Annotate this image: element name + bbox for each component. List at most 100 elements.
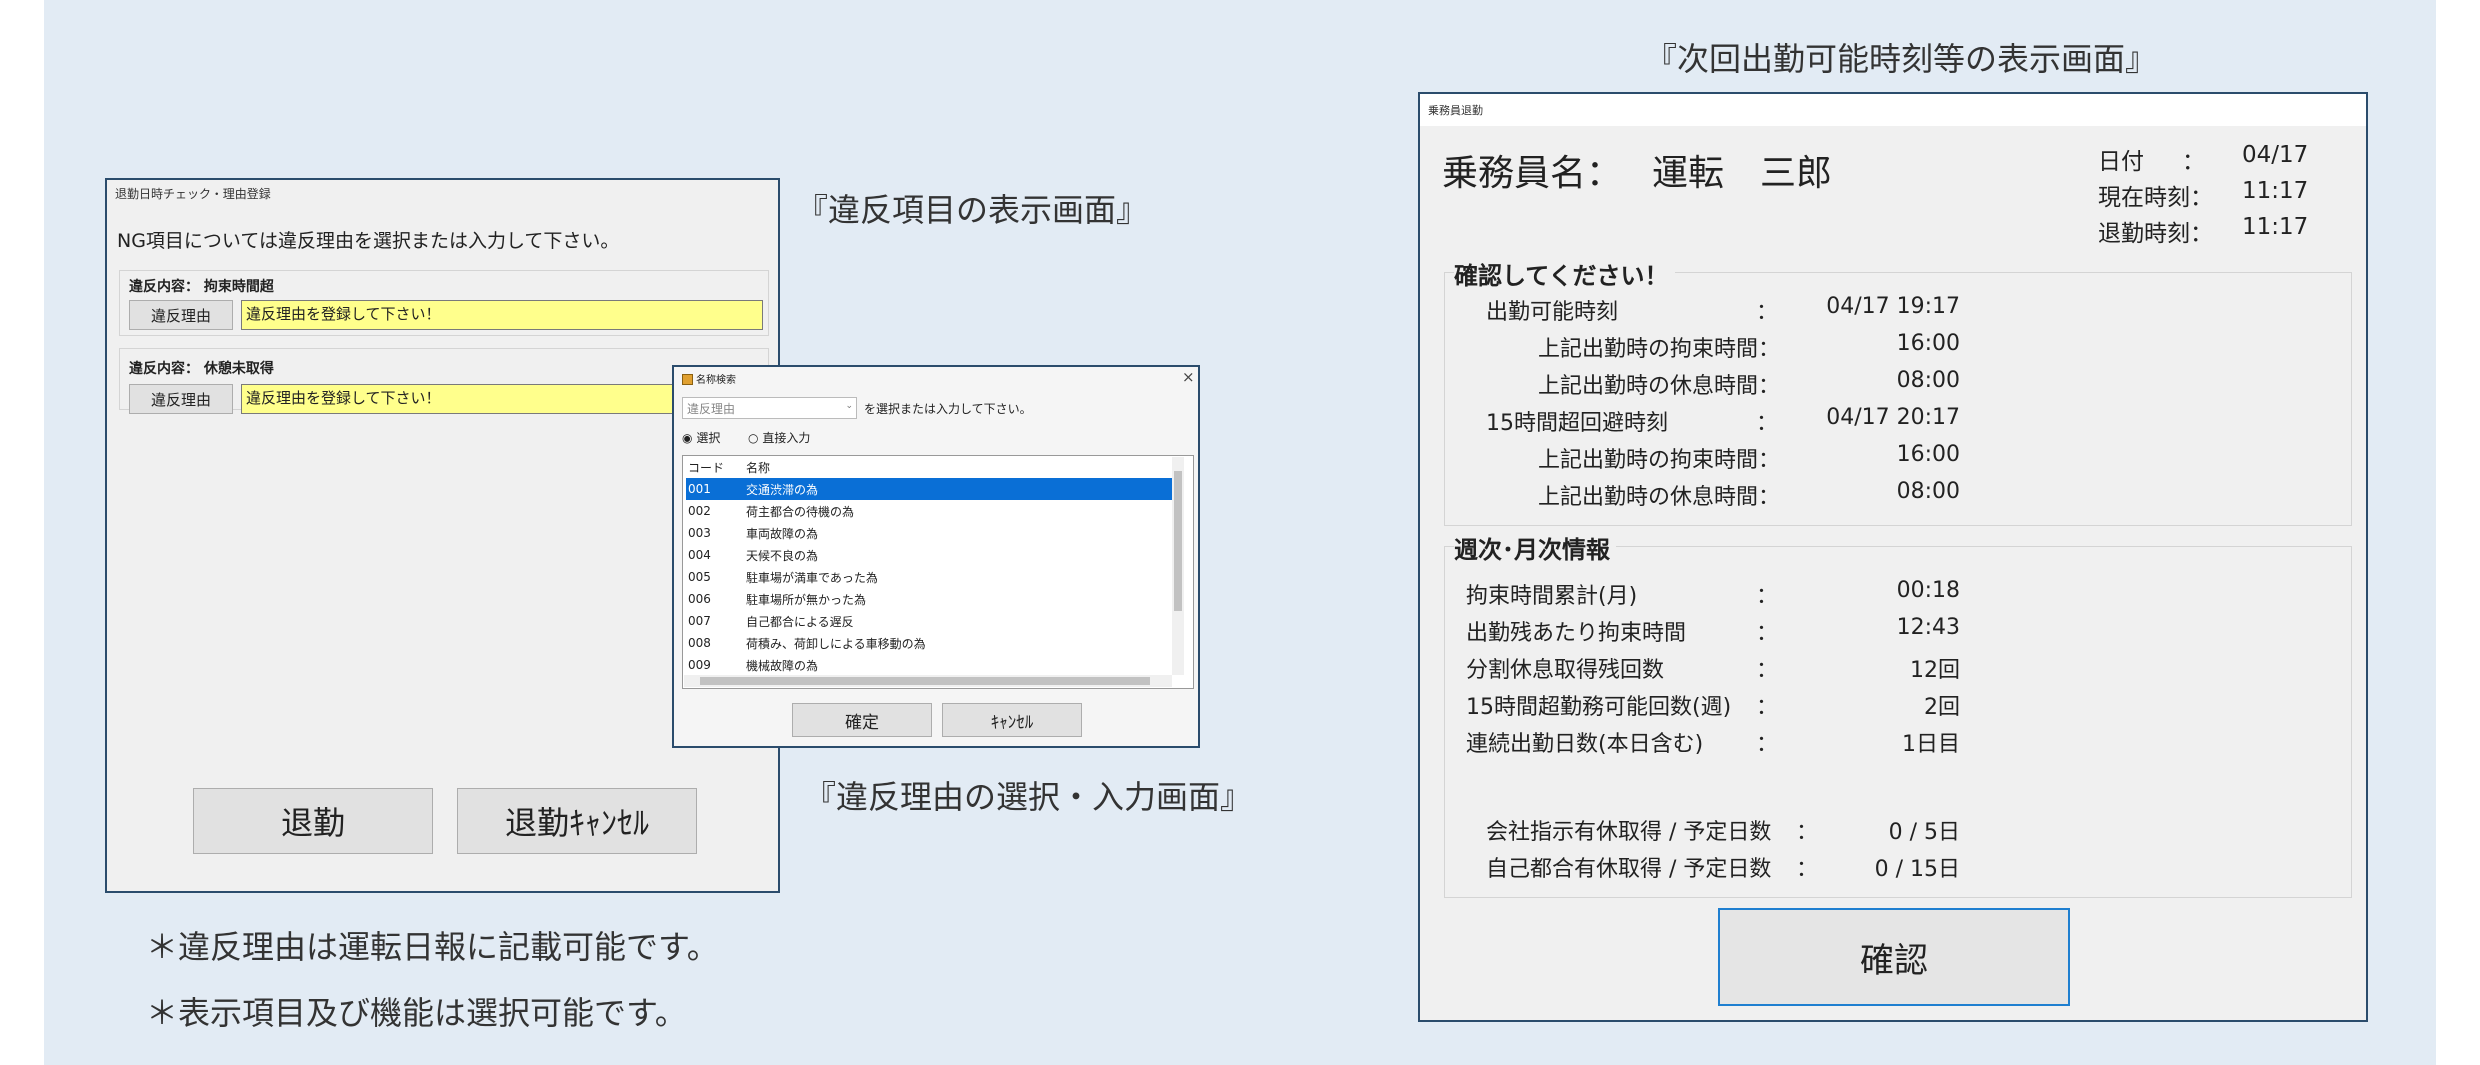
list-item-code: 006	[688, 592, 711, 606]
weekly-row-colon: ：	[1756, 658, 1779, 683]
weekly-monthly-group-title: 週次･月次情報	[1454, 530, 1616, 565]
list-item-name: 自己都合による遅反	[746, 614, 854, 629]
confirm-row-label: 出勤可能時刻	[1486, 300, 1619, 325]
weekly-row-value: 2回	[1924, 695, 1960, 720]
horizontal-scrollbar[interactable]	[684, 675, 1172, 687]
crew-name: 運転 三郎	[1652, 153, 1833, 194]
weekly-row-colon: ：	[1756, 621, 1779, 646]
confirm-row-value: 16:00	[1896, 331, 1960, 356]
list-item-code: 008	[688, 636, 711, 650]
weekly-row-colon: ：	[1756, 695, 1779, 720]
list-item[interactable]: 006 駐車場所が無かった為	[686, 588, 1172, 610]
violation-label-1: 違反内容： 拘束時間超	[129, 279, 274, 295]
radio-unchecked-icon: ○	[748, 431, 759, 445]
combobox-placeholder: 違反理由	[687, 402, 736, 416]
list-item[interactable]: 009 機械故障の為	[686, 654, 1172, 676]
confirm-row-label: 上記出勤時の休息時間：	[1538, 374, 1781, 399]
confirm-row-colon: ：	[1756, 411, 1779, 436]
radio-select[interactable]: ◉ 選択	[682, 429, 720, 446]
current-time-value: 11:17	[2242, 178, 2309, 204]
violation-reason-button-1[interactable]: 違反理由	[129, 300, 233, 330]
list-header: コード 名称	[686, 457, 1184, 477]
scrollbar-thumb[interactable]	[1174, 471, 1182, 611]
list-item-name: 荷積み、荷卸しによる車移動の為	[746, 636, 926, 651]
list-item-name: 天候不良の為	[746, 548, 819, 563]
chevron-down-icon: ⌄	[845, 401, 853, 411]
dialog-cancel-button[interactable]: ｷｬﾝｾﾙ	[942, 703, 1082, 737]
note-reason-report: ＊違反理由は運転日報に記載可能です。	[146, 928, 719, 966]
clock-out-button[interactable]: 退勤	[193, 788, 433, 854]
list-item-code: 005	[688, 570, 711, 584]
dialog-app-icon	[682, 374, 693, 385]
leave-row-colon: ：	[1796, 857, 1819, 882]
list-item[interactable]: 001 交通渋滞の為	[686, 478, 1172, 500]
clock-out-time-label: 退勤時刻：	[2098, 221, 2213, 247]
violation-reason-button-2[interactable]: 違反理由	[129, 384, 233, 414]
crew-label: 乗務員名：	[1442, 153, 1623, 194]
weekly-row-label: 15時間超勤務可能回数(週)	[1466, 695, 1732, 720]
confirm-row-value: 04/17 20:17	[1826, 405, 1960, 430]
list-item-name: 車両故障の為	[746, 526, 819, 541]
leave-row-value: 0 / 15日	[1874, 857, 1960, 882]
confirm-button[interactable]: 確認	[1718, 908, 2070, 1006]
leave-row-label: 自己都合有休取得 / 予定日数	[1486, 857, 1772, 882]
confirm-row-label: 上記出勤時の拘束時間：	[1538, 448, 1781, 473]
hscrollbar-thumb[interactable]	[700, 677, 1150, 685]
radio-select-label: 選択	[696, 431, 721, 445]
list-item-code: 004	[688, 548, 711, 562]
check-instruction: NG項目については違反理由を選択または入力して下さい。	[117, 230, 620, 252]
clock-out-time-value: 11:17	[2242, 214, 2309, 240]
column-code-header: コード	[688, 460, 725, 475]
confirm-group-title: 確認してください！	[1454, 256, 1675, 291]
weekly-row-colon: ：	[1756, 732, 1779, 757]
radio-checked-icon: ◉	[682, 431, 693, 445]
confirm-row-label: 上記出勤時の拘束時間：	[1538, 337, 1781, 362]
date-colon: ：	[2182, 149, 2205, 175]
list-item[interactable]: 002 荷主都合の待機の為	[686, 500, 1172, 522]
weekly-row-value: 00:18	[1896, 578, 1960, 603]
caption-violation-items-screen: 『違反項目の表示画面』	[796, 191, 1149, 229]
list-item-name: 駐車場が満車であった為	[746, 570, 878, 585]
leave-row-value: 0 / 5日	[1888, 820, 1960, 845]
list-item-code: 001	[688, 482, 711, 496]
confirm-row-value: 16:00	[1896, 442, 1960, 467]
ok-button[interactable]: 確定	[792, 703, 932, 737]
search-dialog: 名称検索 × 違反理由 ⌄ を選択または入力して下さい。 ◉ 選択 ○ 直接入力…	[672, 365, 1200, 748]
list-item[interactable]: 007 自己都合による遅反	[686, 610, 1172, 632]
violation-label-2: 違反内容： 休憩未取得	[129, 361, 274, 377]
weekly-row-label: 連続出勤日数(本日含む)	[1466, 732, 1704, 757]
list-item[interactable]: 005 駐車場が満車であった為	[686, 566, 1172, 588]
list-item-code: 002	[688, 504, 711, 518]
clockout-window-title: 乗務員退勤	[1420, 94, 2366, 126]
list-item-code: 007	[688, 614, 711, 628]
leave-row-colon: ：	[1796, 820, 1819, 845]
list-item-code: 009	[688, 658, 711, 672]
weekly-row-colon: ：	[1756, 584, 1779, 609]
list-item-name: 駐車場所が無かった為	[746, 592, 867, 607]
confirm-row-colon: ：	[1756, 300, 1779, 325]
list-item[interactable]: 004 天候不良の為	[686, 544, 1172, 566]
radio-direct-input[interactable]: ○ 直接入力	[748, 429, 810, 446]
reason-combobox[interactable]: 違反理由 ⌄	[682, 397, 857, 419]
confirm-row-value: 04/17 19:17	[1826, 294, 1960, 319]
violation-reason-field-1[interactable]: 違反理由を登録して下さい！	[241, 300, 763, 330]
clock-out-cancel-button[interactable]: 退勤ｷｬﾝｾﾙ	[457, 788, 697, 854]
date-value: 04/17	[2242, 142, 2309, 168]
column-name-header: 名称	[746, 460, 771, 475]
confirm-row-value: 08:00	[1896, 368, 1960, 393]
list-item[interactable]: 008 荷積み、荷卸しによる車移動の為	[686, 632, 1172, 654]
weekly-row-label: 拘束時間累計(月)	[1466, 584, 1638, 609]
list-item[interactable]: 003 車両故障の為	[686, 522, 1172, 544]
confirm-row-value: 08:00	[1896, 479, 1960, 504]
close-icon[interactable]: ×	[1182, 368, 1195, 386]
current-time-label: 現在時刻：	[2098, 185, 2213, 211]
note-selectable-items: ＊表示項目及び機能は選択可能です。	[146, 994, 687, 1032]
caption-violation-reason-screen: 『違反理由の選択・入力画面』	[804, 778, 1253, 816]
radio-direct-label: 直接入力	[762, 431, 811, 445]
weekly-row-value: 12回	[1910, 658, 1960, 683]
weekly-row-label: 分割休息取得残回数	[1466, 658, 1665, 683]
vertical-scrollbar[interactable]	[1172, 457, 1184, 675]
leave-row-label: 会社指示有休取得 / 予定日数	[1486, 820, 1772, 845]
date-label: 日付	[2098, 149, 2144, 175]
weekly-row-value: 12:43	[1896, 615, 1960, 640]
